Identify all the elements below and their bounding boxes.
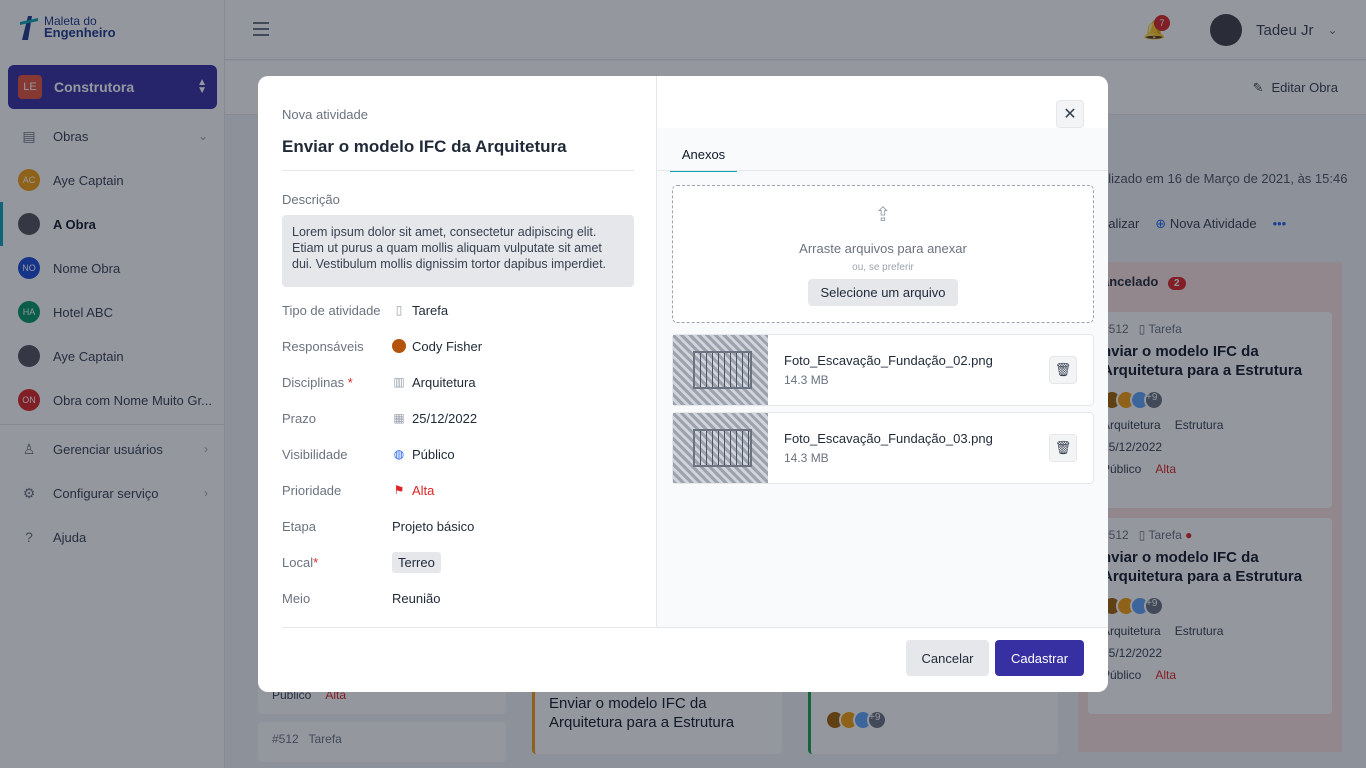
field-label: Local* <box>282 554 319 570</box>
cancel-button[interactable]: Cancelar <box>906 640 989 676</box>
clipboard-icon: ▯ <box>395 303 403 317</box>
field-label: Disciplinas * <box>282 374 353 390</box>
field-value: Alta <box>412 482 435 498</box>
field-label: Responsáveis <box>282 338 364 354</box>
upload-icon: ⇪ <box>874 204 892 226</box>
attachment-item: Foto_Escavação_Fundação_03.png 14.3 MB 🗑 <box>672 412 1094 484</box>
submit-button[interactable]: Cadastrar <box>995 640 1084 676</box>
field-value: Público <box>412 446 455 462</box>
field-prioridade: Prioridade ⚑ Alta <box>282 472 634 508</box>
divider <box>282 170 634 171</box>
field-label: Visibilidade <box>282 446 348 462</box>
field-label: Meio <box>282 590 311 606</box>
delete-attachment-button[interactable]: 🗑 <box>1049 434 1077 462</box>
field-value: Projeto básico <box>392 518 475 534</box>
close-icon: ✕ <box>1063 106 1077 123</box>
required-mark: * <box>347 374 353 390</box>
attachment-name: Foto_Escavação_Fundação_03.png <box>784 431 993 446</box>
field-responsaveis: Responsáveis Cody Fisher <box>282 328 634 364</box>
field-value: 25/12/2022 <box>412 410 478 426</box>
field-value: Arquitetura <box>412 374 476 390</box>
field-visibilidade: Visibilidade ◍ Público <box>282 436 634 472</box>
trash-icon: 🗑 <box>1054 362 1072 377</box>
field-value: Tarefa <box>412 302 449 318</box>
field-label: Etapa <box>282 518 316 534</box>
select-file-button[interactable]: Selecione um arquivo <box>808 279 958 306</box>
attachment-thumbnail <box>673 335 768 405</box>
field-local: Local* Terreo <box>282 544 634 580</box>
file-dropzone[interactable]: ⇪ Arraste arquivos para anexar ou, se pr… <box>672 185 1094 323</box>
location-tag: Terreo <box>392 551 441 573</box>
attachment-name: Foto_Escavação_Fundação_02.png <box>784 353 993 368</box>
description-text: Lorem ipsum dolor sit amet, consectetur … <box>282 215 634 287</box>
field-value: Reunião <box>392 590 441 606</box>
divider <box>657 170 1108 171</box>
attachment-size: 14.3 MB <box>784 451 829 465</box>
activity-title: Enviar o modelo IFC da Arquitetura <box>282 137 567 156</box>
delete-attachment-button[interactable]: 🗑 <box>1049 356 1077 384</box>
dropzone-or: ou, se preferir <box>852 262 914 273</box>
field-etapa: Etapa Projeto básico <box>282 508 634 544</box>
avatar <box>392 339 406 353</box>
attachment-item: Foto_Escavação_Fundação_02.png 14.3 MB 🗑 <box>672 334 1094 406</box>
field-value: Cody Fisher <box>412 338 483 354</box>
required-mark: * <box>313 554 319 570</box>
field-disciplinas: Disciplinas * ▥ Arquitetura <box>282 364 634 400</box>
flag-icon: ⚑ <box>393 483 405 497</box>
attachment-thumbnail <box>673 413 768 483</box>
field-prazo: Prazo ▦ 25/12/2022 <box>282 400 634 436</box>
divider <box>282 627 1108 628</box>
close-button[interactable]: ✕ <box>1056 100 1084 128</box>
field-label: Prioridade <box>282 482 342 498</box>
field-label: Prazo <box>282 410 316 426</box>
field-tipo: Tipo de atividade ▯ Tarefa <box>282 292 634 328</box>
trash-icon: 🗑 <box>1054 440 1072 455</box>
attachment-size: 14.3 MB <box>784 373 829 387</box>
dropzone-text: Arraste arquivos para anexar <box>799 241 967 256</box>
new-activity-modal: Nova atividade Enviar o modelo IFC da Ar… <box>258 76 1108 692</box>
calendar-icon: ▦ <box>393 411 405 425</box>
field-label: Tipo de atividade <box>282 302 381 318</box>
field-meio: Meio Reunião <box>282 580 634 616</box>
globe-icon: ◍ <box>393 447 405 461</box>
description-label: Descrição <box>282 192 340 207</box>
building-icon: ▥ <box>393 375 405 389</box>
modal-subtitle: Nova atividade <box>282 107 368 122</box>
activity-fields: Tipo de atividade ▯ Tarefa Responsáveis C… <box>282 292 634 616</box>
tab-anexos[interactable]: Anexos <box>670 142 737 172</box>
